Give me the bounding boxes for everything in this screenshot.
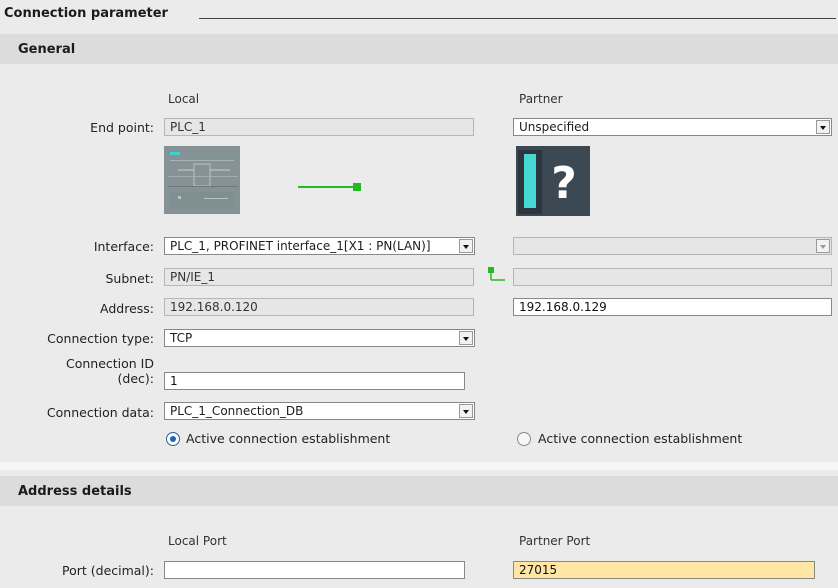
- connection-id-label-line2: (dec):: [117, 371, 154, 386]
- partner-active-connection-label[interactable]: Active connection establishment: [538, 431, 742, 446]
- local-column-label: Local: [168, 92, 200, 106]
- connection-id-label: Connection ID (dec):: [66, 356, 154, 386]
- local-interface-value: PLC_1, PROFINET interface_1[X1 : PN(LAN)…: [170, 239, 431, 253]
- end-point-label: End point:: [90, 120, 154, 135]
- svg-text:?: ?: [551, 158, 577, 209]
- chevron-down-icon[interactable]: [459, 331, 473, 345]
- section-gap: [0, 462, 838, 470]
- address-details-heading: Address details: [18, 484, 132, 499]
- connection-id-input[interactable]: 1: [164, 372, 465, 390]
- local-port-input[interactable]: [164, 561, 465, 579]
- connection-type-label: Connection type:: [47, 331, 154, 346]
- interface-label: Interface:: [93, 239, 154, 254]
- subnet-link-icon: [487, 266, 507, 284]
- chevron-down-icon[interactable]: [459, 404, 473, 418]
- partner-end-point-value: Unspecified: [519, 120, 590, 134]
- partner-subnet-field: [513, 268, 832, 286]
- port-decimal-label: Port (decimal):: [62, 563, 154, 578]
- partner-end-point-select[interactable]: Unspecified: [513, 118, 832, 136]
- partner-port-column-label: Partner Port: [519, 534, 591, 548]
- chevron-down-icon[interactable]: [459, 239, 473, 253]
- general-section-header[interactable]: General: [0, 34, 838, 64]
- plc-device-icon: [164, 146, 240, 214]
- panel-title: Connection parameter: [4, 6, 168, 21]
- address-details-section-header[interactable]: Address details: [0, 476, 838, 506]
- connection-data-label: Connection data:: [46, 405, 154, 420]
- partner-active-connection-radio[interactable]: [517, 432, 531, 446]
- local-active-connection-radio[interactable]: [166, 432, 180, 446]
- local-address-field: 192.168.0.120: [164, 298, 474, 316]
- local-active-connection-label[interactable]: Active connection establishment: [186, 431, 390, 446]
- chevron-down-icon[interactable]: [816, 239, 830, 253]
- connection-type-value: TCP: [170, 331, 193, 345]
- connection-type-select[interactable]: TCP: [164, 329, 475, 347]
- unknown-device-icon: ?: [516, 146, 590, 216]
- connection-data-value: PLC_1_Connection_DB: [170, 404, 304, 418]
- subnet-label: Subnet:: [105, 271, 154, 286]
- local-subnet-field: PN/IE_1: [164, 268, 474, 286]
- title-divider: [199, 18, 836, 19]
- local-end-point-field: PLC_1: [164, 118, 474, 136]
- partner-interface-select[interactable]: [513, 237, 832, 255]
- address-label: Address:: [100, 301, 154, 316]
- chevron-down-icon[interactable]: [816, 120, 830, 134]
- local-port-column-label: Local Port: [168, 534, 227, 548]
- connection-data-select[interactable]: PLC_1_Connection_DB: [164, 402, 475, 420]
- partner-address-input[interactable]: 192.168.0.129: [513, 298, 832, 316]
- local-interface-select[interactable]: PLC_1, PROFINET interface_1[X1 : PN(LAN)…: [164, 237, 475, 255]
- network-link-icon: [298, 180, 362, 191]
- general-heading: General: [18, 42, 76, 57]
- partner-port-input[interactable]: 27015: [513, 561, 815, 579]
- connection-id-label-line1: Connection ID: [65, 356, 154, 371]
- partner-column-label: Partner: [519, 92, 563, 106]
